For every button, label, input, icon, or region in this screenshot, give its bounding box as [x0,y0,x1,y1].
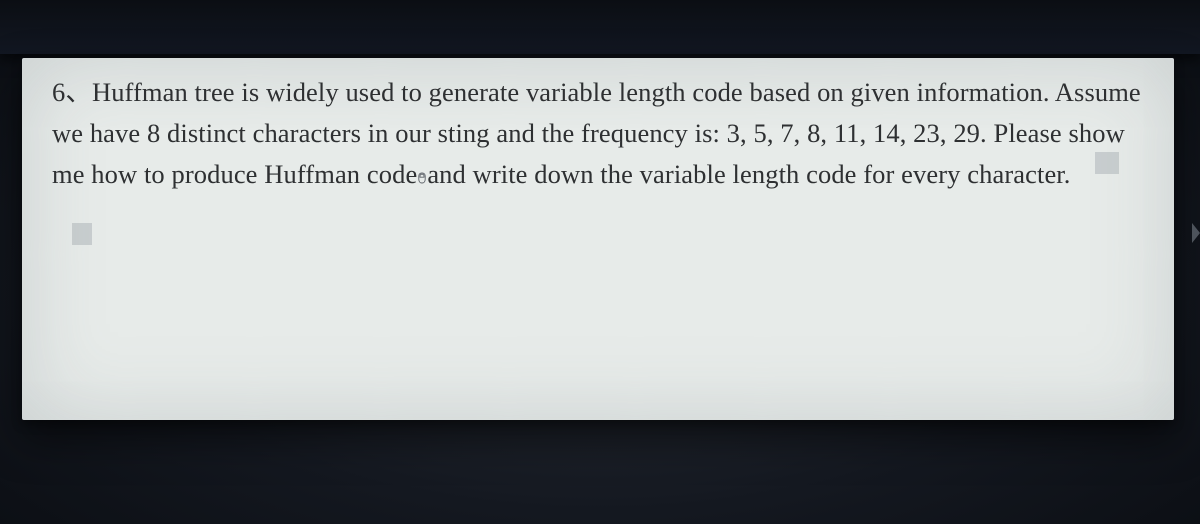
play-arrow-icon [1192,218,1200,248]
question-line-3b: and write down the variable length code … [427,159,1070,189]
selection-highlight [1095,152,1119,174]
document-page: 6、Huffman tree is widely used to generat… [22,58,1174,420]
question-line-3a: me how to produce Huffman code [52,159,417,189]
screen-photo: 6、Huffman tree is widely used to generat… [0,0,1200,524]
selection-highlight [72,223,92,245]
question-text: 6、Huffman tree is widely used to generat… [52,72,1144,195]
monitor-bezel-top [0,0,1200,54]
question-line-2: we have 8 distinct characters in our sti… [52,118,1125,148]
question-number: 6、 [52,77,92,107]
question-line-1: Huffman tree is widely used to generate … [92,77,1141,107]
pointer-cursor-icon [415,171,429,185]
